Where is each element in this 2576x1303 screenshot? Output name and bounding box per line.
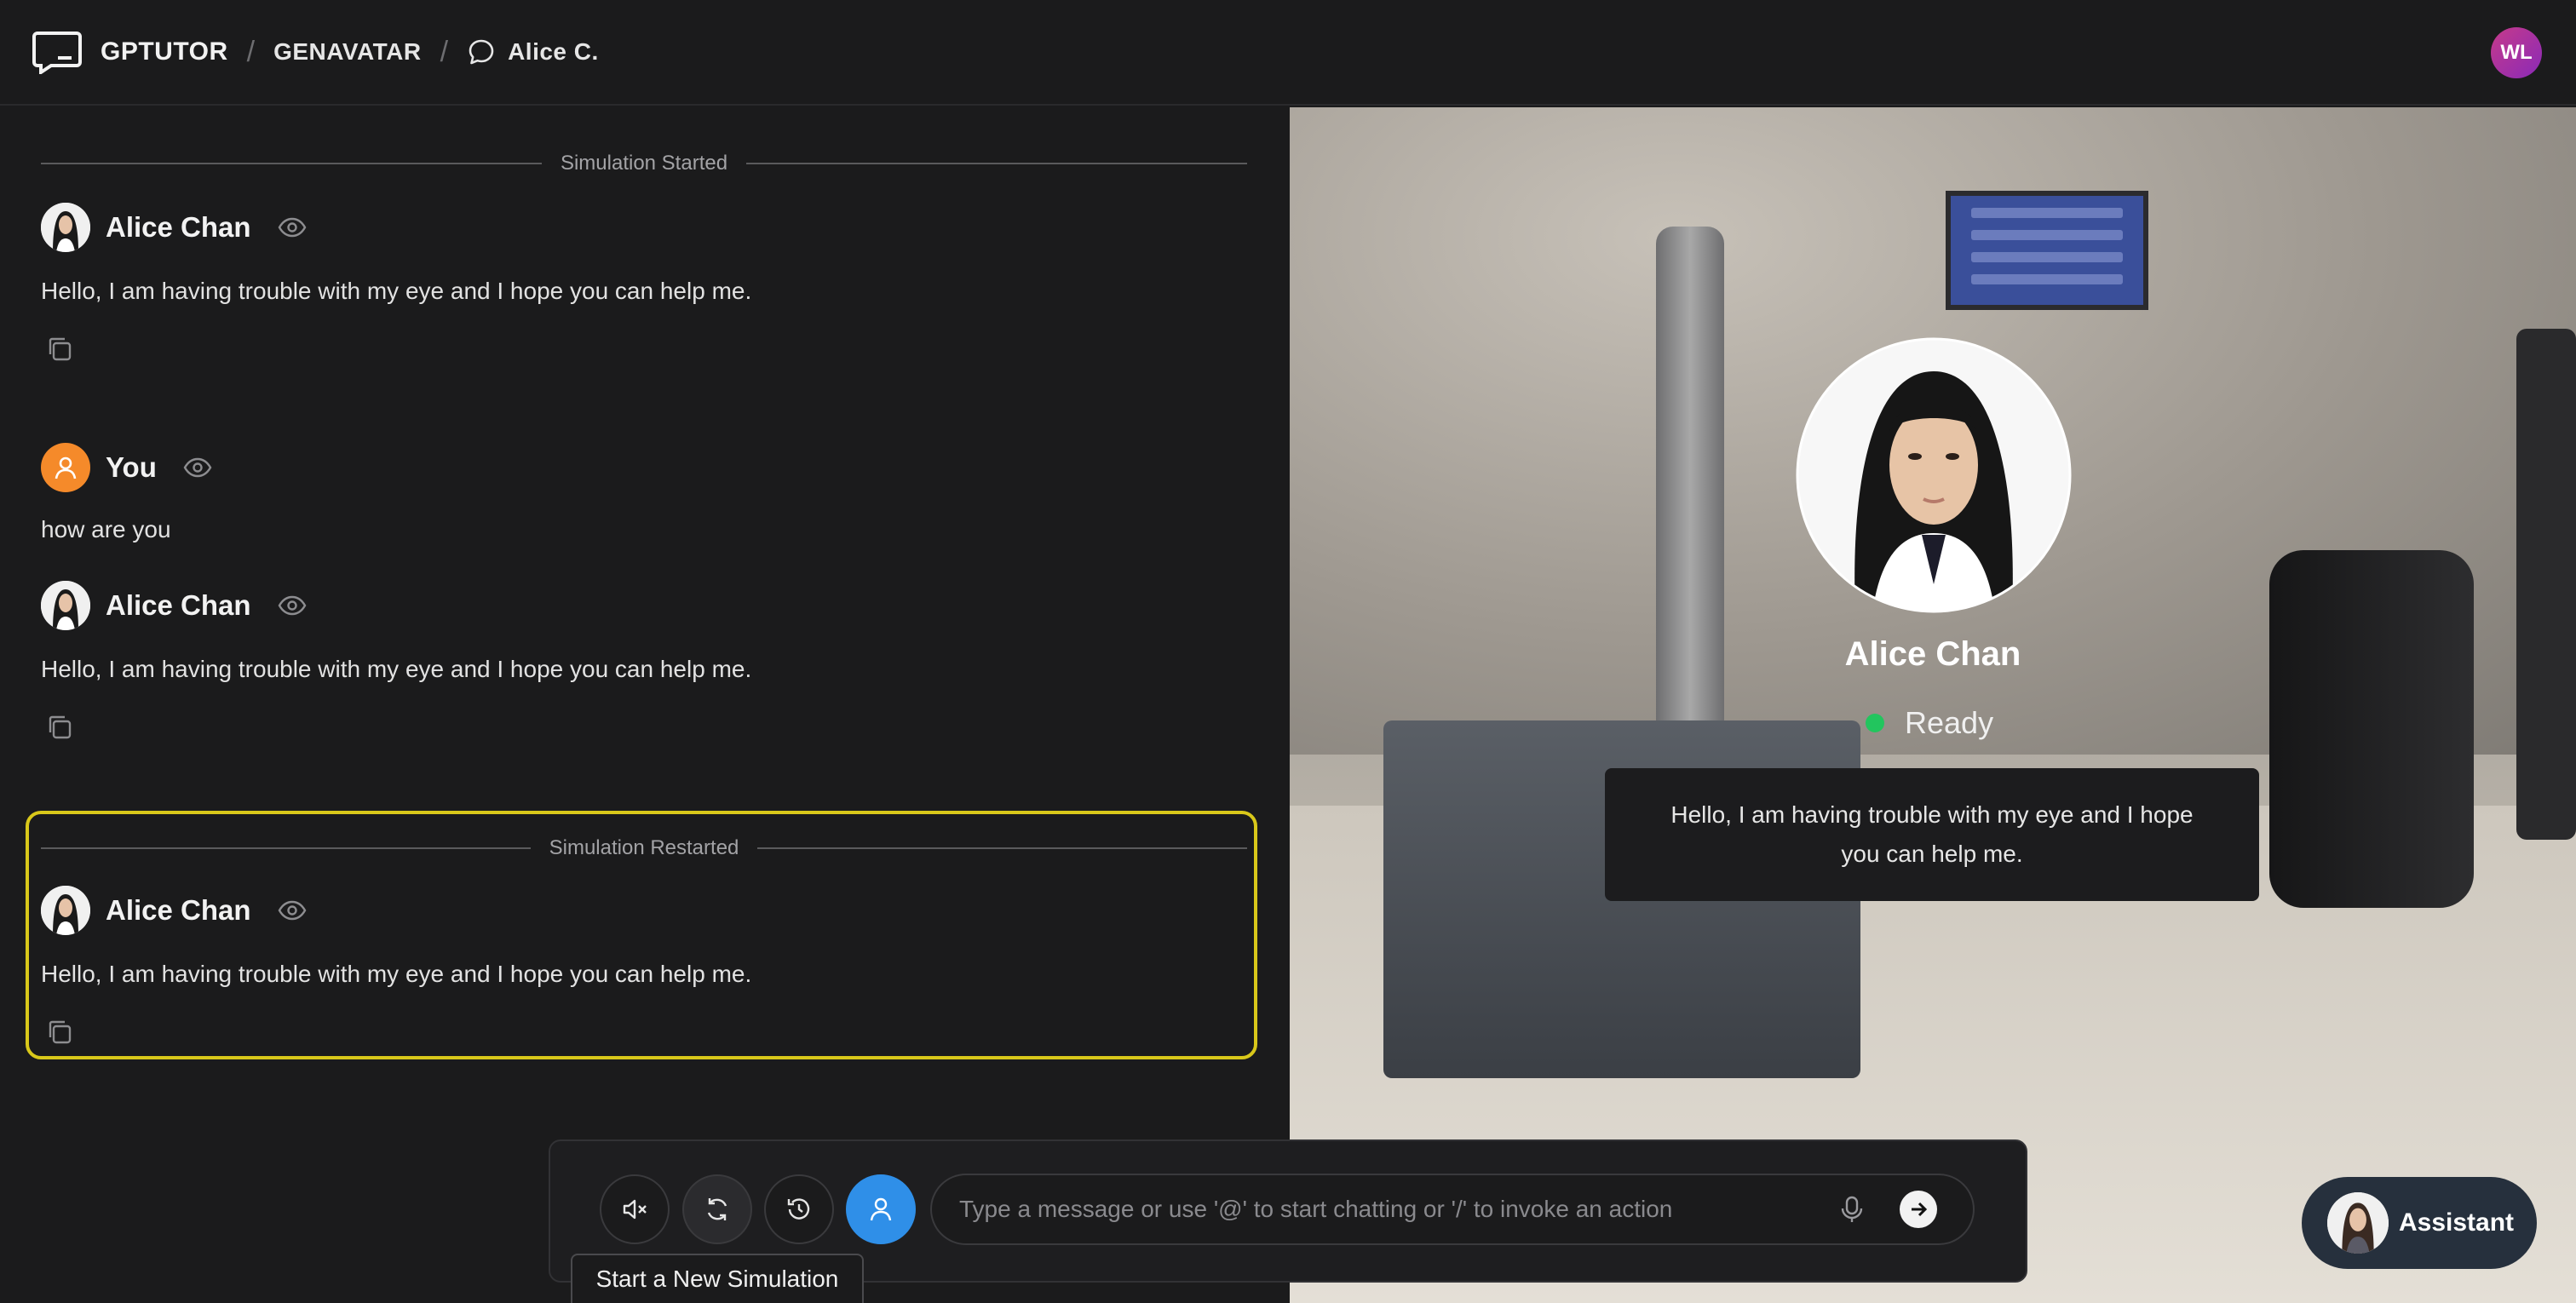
message-header: Alice Chan [41,581,308,630]
chat-bubble-icon [469,39,494,65]
avatar-status: Ready [1866,705,1993,741]
chat-transcript-panel[interactable]: Simulation Started Alice Chan Hello, I a… [0,107,1288,1303]
message-header: Alice Chan [41,886,308,935]
message-text: Hello, I am having trouble with my eye a… [41,656,752,682]
avatar-mode-button[interactable] [846,1174,916,1244]
user-icon [55,456,77,479]
assistant-label: Assistant [2399,1208,2515,1237]
person-portrait-icon [2327,1192,2389,1254]
eye-visibility-icon[interactable] [277,212,308,243]
breadcrumb-chat-label: Alice C. [508,38,599,65]
monitor-chat-logo-icon[interactable] [32,30,82,74]
avatar-name: Alice Chan [1844,635,2021,673]
simulation-started-divider: Simulation Started [41,152,1248,175]
divider-label: Simulation Restarted [549,836,739,859]
assistant-button[interactable]: Assistant [2302,1177,2537,1269]
message-input-container [930,1174,1975,1245]
sender-name: Alice Chan [106,211,251,243]
avatar-speech-bubble: Hello, I am having trouble with my eye a… [1605,768,2259,901]
send-button[interactable] [1900,1191,1937,1228]
arrow-right-icon [1912,1202,1928,1217]
avatar [2327,1192,2389,1254]
message-input[interactable] [932,1196,1837,1223]
microphone-icon[interactable] [1837,1194,1867,1225]
eye-visibility-icon[interactable] [182,452,213,483]
avatar-portrait [1796,337,2072,613]
message-text: how are you [41,516,171,542]
breadcrumb-chat[interactable]: Alice C. [467,37,599,66]
copy-icon[interactable] [44,1017,75,1048]
sender-name: You [106,451,157,483]
user-icon [870,1197,892,1221]
message-header: You [41,443,213,492]
copy-icon[interactable] [44,334,75,364]
app-name[interactable]: GPTUTOR [101,37,228,66]
divider-label: Simulation Started [560,152,728,175]
history-icon [787,1198,810,1220]
copy-icon[interactable] [44,712,75,743]
person-portrait-icon [41,203,90,252]
avatar [41,443,90,492]
tooltip: Start a New Simulation [571,1254,864,1303]
speaker-muted-icon [623,1199,647,1220]
sender-name: Alice Chan [106,589,251,621]
refresh-icon [707,1198,727,1220]
avatar [41,203,90,252]
person-portrait-icon [41,886,90,935]
eye-visibility-icon[interactable] [277,590,308,621]
status-dot [1866,714,1884,732]
simulation-restarted-divider: Simulation Restarted [41,836,1247,860]
top-header: GPTUTOR / GENAVATAR / Alice C. WL [0,0,2576,106]
eye-visibility-icon[interactable] [277,895,308,926]
avatar [41,581,90,630]
status-text: Ready [1905,705,1994,740]
breadcrumb-separator: / [440,35,449,68]
breadcrumb-separator: / [246,35,256,68]
history-button[interactable] [764,1174,834,1244]
eye-chart-monitor [1946,191,2148,310]
message-header: Alice Chan [41,203,308,252]
mute-button[interactable] [600,1174,670,1244]
sender-name: Alice Chan [106,894,251,926]
new-simulation-button[interactable] [682,1174,752,1244]
avatar [41,886,90,935]
exam-chair [2269,550,2474,908]
user-avatar[interactable]: WL [2491,27,2542,78]
breadcrumb-genavatar[interactable]: GENAVATAR [273,38,422,66]
message-text: Hello, I am having trouble with my eye a… [41,961,752,987]
message-text: Hello, I am having trouble with my eye a… [41,278,752,304]
person-portrait-icon [41,581,90,630]
